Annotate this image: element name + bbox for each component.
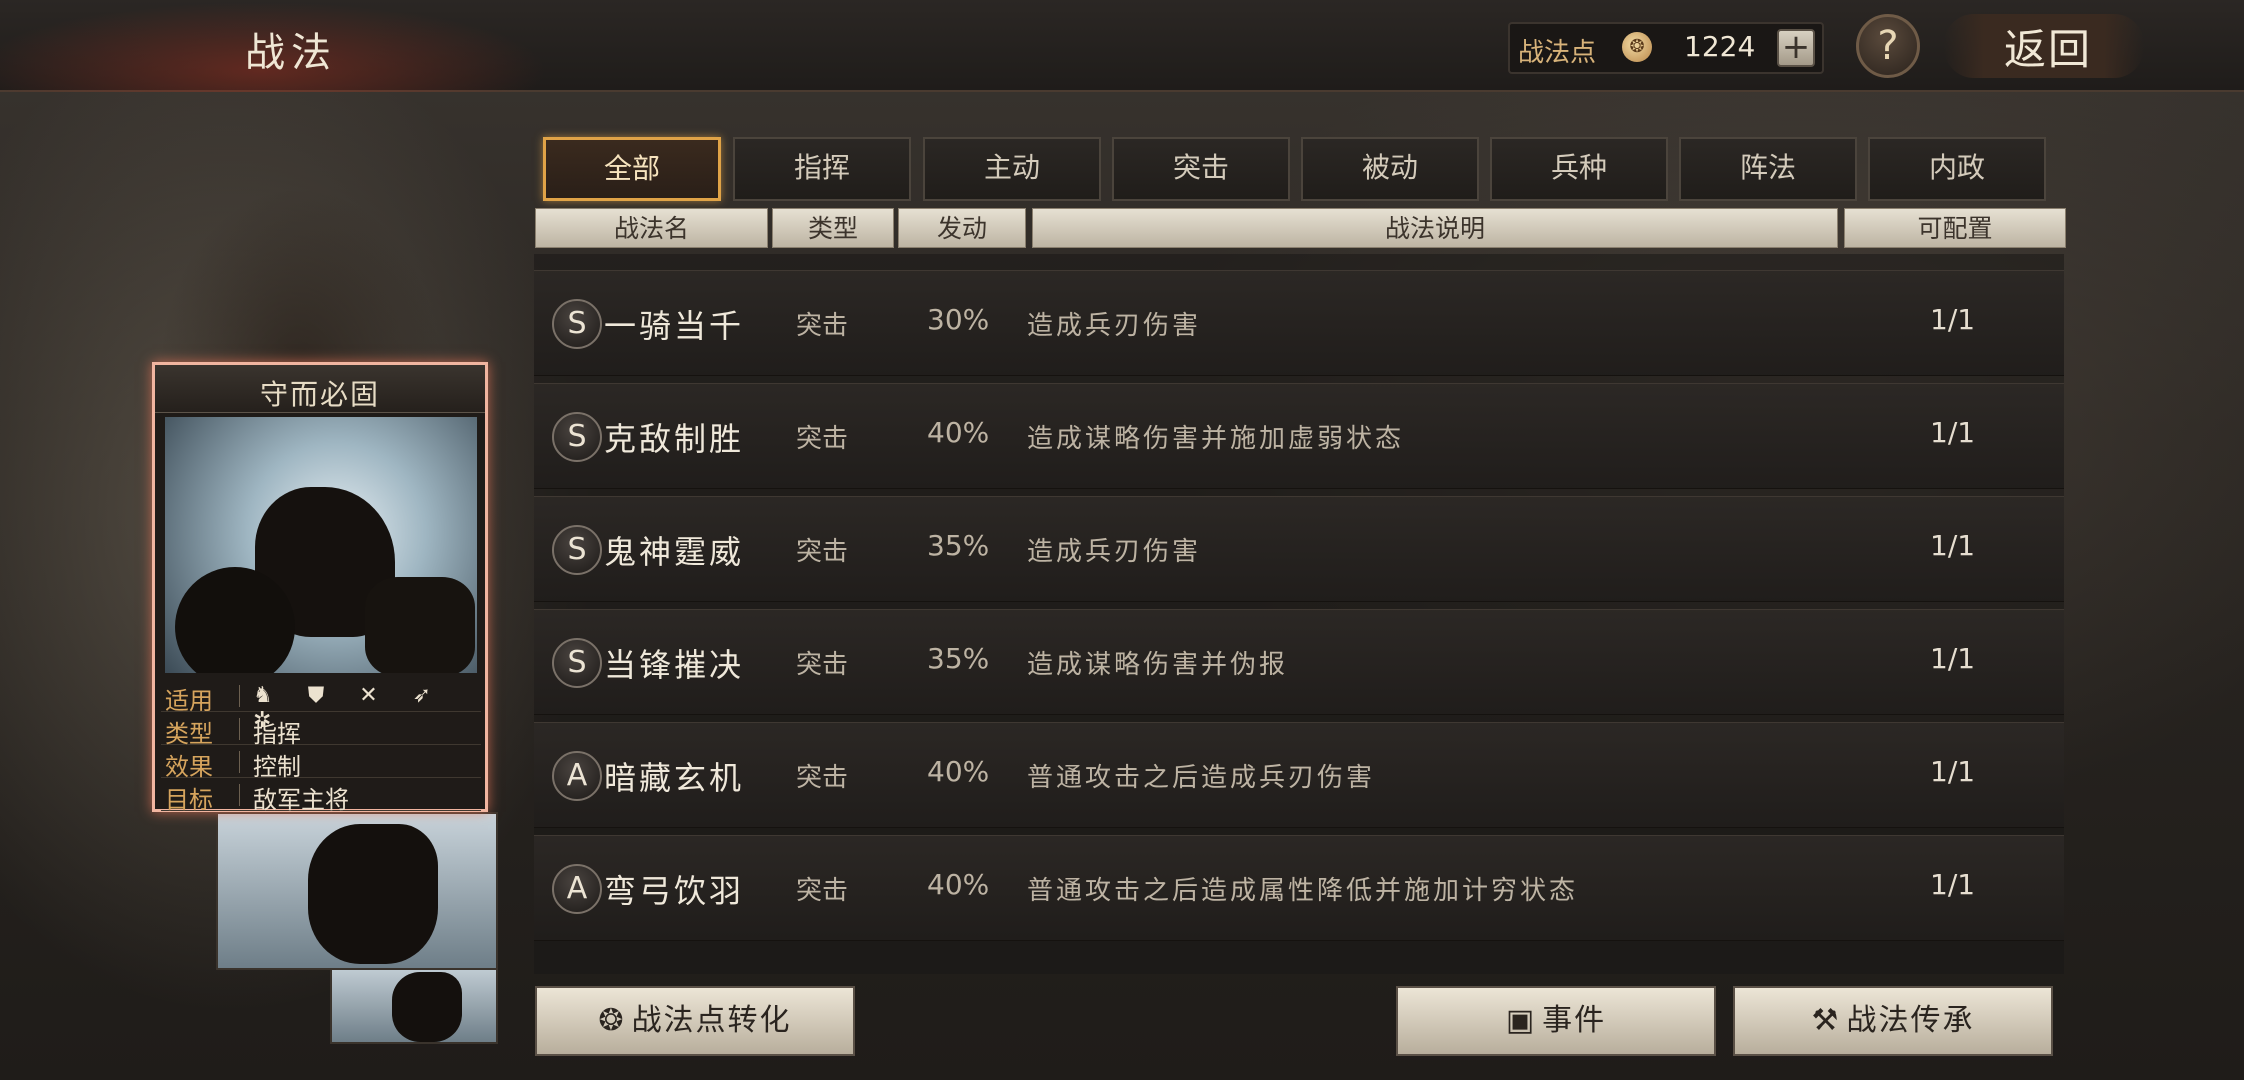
divider: [239, 751, 240, 773]
card-title: 守而必固: [259, 378, 380, 411]
tactic-row[interactable]: S 克敌制胜 突击 40% 造成谋略伤害并施加虚弱状态 1/1: [534, 383, 2064, 489]
tactic-description: 造成兵刃伤害: [1027, 537, 1202, 567]
tab-active[interactable]: 主动: [923, 137, 1101, 201]
tactic-row[interactable]: S 当锋摧决 突击 35% 造成谋略伤害并伪报 1/1: [534, 609, 2064, 715]
tactic-configurable: 1/1: [1930, 416, 1976, 449]
tactic-type: 突击: [796, 876, 849, 906]
tactic-description: 造成谋略伤害并伪报: [1027, 650, 1289, 680]
tactic-row[interactable]: S 鬼神霆威 突击 35% 造成兵刃伤害 1/1: [534, 496, 2064, 602]
grade-badge: A: [552, 751, 602, 801]
tactic-rate: 30%: [927, 303, 990, 336]
info-value-effect: 控制: [253, 753, 301, 781]
tactic-configurable: 1/1: [1930, 642, 1976, 675]
tactic-points-value: 1224: [1684, 30, 1756, 63]
grade-badge: A: [552, 864, 602, 914]
tactic-rate: 40%: [927, 755, 990, 788]
tactic-type: 突击: [796, 763, 849, 793]
tab-assault[interactable]: 突击: [1112, 137, 1290, 201]
selected-tactic-card[interactable]: 守而必固 适用 ♞ ⛊ ✕ ➶ ✲ 类型 指挥 效果 控制 目标 敌军主将: [152, 362, 488, 814]
convert-points-label: 战法点转化: [631, 1003, 792, 1038]
card-art-silhouette: [392, 972, 462, 1042]
tactic-configurable: 1/1: [1930, 529, 1976, 562]
tactic-description: 普通攻击之后造成属性降低并施加计穷状态: [1027, 876, 1579, 906]
page-title: 战法: [245, 30, 337, 76]
info-key-effect: 效果: [165, 753, 213, 781]
info-value-target: 敌军主将: [253, 786, 349, 814]
tactic-inherit-button[interactable]: ⚒ 战法传承: [1733, 986, 2053, 1056]
divider: [239, 784, 240, 806]
grade-badge: S: [552, 299, 602, 349]
ink-drop-icon: ❂: [598, 1003, 626, 1038]
tactic-rate: 35%: [927, 642, 990, 675]
tactic-name: 当锋摧决: [604, 646, 745, 684]
grade-badge: S: [552, 638, 602, 688]
tactic-row[interactable]: A 弯弓饮羽 突击 40% 普通攻击之后造成属性降低并施加计穷状态 1/1: [534, 835, 2064, 941]
grade-badge: S: [552, 525, 602, 575]
card-stack-middle: [216, 812, 498, 970]
tactic-name: 一骑当千: [604, 307, 745, 345]
tactic-type: 突击: [796, 537, 849, 567]
tab-command[interactable]: 指挥: [733, 137, 911, 201]
card-stack-back: [330, 960, 498, 1044]
tactic-configurable: 1/1: [1930, 755, 1976, 788]
tab-troop[interactable]: 兵种: [1490, 137, 1668, 201]
card-artwork: [165, 417, 477, 673]
tactic-name: 鬼神霆威: [604, 533, 745, 571]
tactic-rate: 40%: [927, 416, 990, 449]
tactic-rate: 35%: [927, 529, 990, 562]
column-header-rate[interactable]: 发动: [898, 208, 1026, 248]
tab-passive[interactable]: 被动: [1301, 137, 1479, 201]
tactic-type: 突击: [796, 311, 849, 341]
back-button-label[interactable]: 返回: [2004, 16, 2092, 77]
info-row-applies: 适用 ♞ ⛊ ✕ ➶ ✲: [161, 679, 481, 733]
tactic-type: 突击: [796, 650, 849, 680]
info-key-applies: 适用: [165, 687, 213, 715]
events-button[interactable]: ▣ 事件: [1396, 986, 1716, 1056]
card-art-silhouette: [308, 824, 438, 964]
info-row-effect: 效果 控制: [161, 745, 481, 781]
card-info: 适用 ♞ ⛊ ✕ ➶ ✲ 类型 指挥 效果 控制 目标 敌军主将: [161, 679, 481, 814]
hammer-icon: ⚒: [1811, 1003, 1841, 1038]
divider: [239, 685, 240, 707]
info-value-type: 指挥: [253, 720, 301, 748]
ink-drop-icon: ❂: [1622, 32, 1652, 62]
info-row-target: 目标 敌军主将: [161, 778, 481, 814]
info-row-type: 类型 指挥: [161, 712, 481, 748]
tactic-row[interactable]: A 暗藏玄机 突击 40% 普通攻击之后造成兵刃伤害 1/1: [534, 722, 2064, 828]
tactic-rate: 40%: [927, 868, 990, 901]
info-key-type: 类型: [165, 720, 213, 748]
tactic-name: 弯弓饮羽: [604, 872, 745, 910]
divider: [239, 718, 240, 740]
convert-points-button[interactable]: ❂ 战法点转化: [535, 986, 855, 1056]
tactic-configurable: 1/1: [1930, 303, 1976, 336]
tactic-type: 突击: [796, 424, 849, 454]
tactic-configurable: 1/1: [1930, 868, 1976, 901]
tactic-description: 造成兵刃伤害: [1027, 311, 1202, 341]
tactic-name: 克敌制胜: [604, 420, 745, 458]
column-header-configurable[interactable]: 可配置: [1844, 208, 2066, 248]
tactic-description: 造成谋略伤害并施加虚弱状态: [1027, 424, 1405, 454]
events-label: 事件: [1542, 1003, 1607, 1038]
tactic-name: 暗藏玄机: [604, 759, 745, 797]
column-header-name[interactable]: 战法名: [535, 208, 768, 248]
alert-book-icon: ▣: [1505, 1003, 1537, 1038]
column-header-type[interactable]: 类型: [772, 208, 894, 248]
tab-formation[interactable]: 阵法: [1679, 137, 1857, 201]
tactic-description: 普通攻击之后造成兵刃伤害: [1027, 763, 1376, 793]
tactic-points-label: 战法点: [1518, 38, 1597, 68]
tab-domestic[interactable]: 内政: [1868, 137, 2046, 201]
add-points-button[interactable]: +: [1777, 29, 1815, 67]
spearman-silhouette: [365, 577, 475, 673]
tactic-row[interactable]: S 一骑当千 突击 30% 造成兵刃伤害 1/1: [534, 270, 2064, 376]
grade-badge: S: [552, 412, 602, 462]
tab-all[interactable]: 全部: [543, 137, 721, 201]
tactic-inherit-label: 战法传承: [1846, 1003, 1975, 1038]
help-button[interactable]: ?: [1856, 14, 1920, 78]
column-header-description[interactable]: 战法说明: [1032, 208, 1838, 248]
info-key-target: 目标: [165, 786, 213, 814]
